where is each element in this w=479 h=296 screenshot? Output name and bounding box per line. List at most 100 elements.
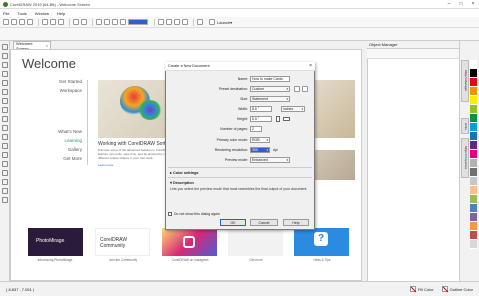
- close-button[interactable]: ×: [467, 1, 479, 7]
- description-toggle[interactable]: ▾ Description: [170, 180, 194, 185]
- save-preset-icon[interactable]: [294, 86, 300, 92]
- color-swatch[interactable]: [470, 186, 477, 195]
- import-icon[interactable]: [104, 19, 110, 25]
- search-content-icon[interactable]: [96, 19, 102, 25]
- minimize-button[interactable]: –: [443, 1, 455, 7]
- transparency-icon[interactable]: [2, 161, 8, 167]
- color-swatch[interactable]: [470, 231, 477, 240]
- pick-tool-icon[interactable]: [2, 44, 8, 50]
- show-grid-icon[interactable]: [174, 19, 180, 25]
- tab-hints[interactable]: Hints: [461, 118, 469, 134]
- artistic-media-icon[interactable]: [2, 89, 8, 95]
- undo-icon[interactable]: [73, 19, 79, 25]
- tile-hints[interactable]: ?: [294, 228, 349, 256]
- options-icon[interactable]: [197, 19, 203, 25]
- tile-community[interactable]: CorelDRAW Community: [95, 228, 150, 256]
- color-swatch[interactable]: [470, 78, 477, 87]
- pages-stepper[interactable]: 2: [250, 126, 262, 132]
- color-swatch[interactable]: [470, 222, 477, 231]
- save-icon[interactable]: [19, 19, 25, 25]
- menu-tools[interactable]: Tools: [17, 11, 26, 16]
- maximize-button[interactable]: □: [455, 1, 467, 7]
- color-swatch[interactable]: [470, 141, 477, 150]
- width-field[interactable]: 8.5 ": [250, 106, 272, 112]
- color-swatch[interactable]: [470, 177, 477, 186]
- dont-show-checkbox[interactable]: [168, 212, 172, 216]
- tab-object-properties[interactable]: Object Properties: [461, 138, 469, 178]
- show-rulers-icon[interactable]: [166, 19, 172, 25]
- color-swatch[interactable]: [470, 69, 477, 78]
- eyedropper-icon[interactable]: [2, 170, 8, 176]
- zoom-tool-icon[interactable]: [2, 71, 8, 77]
- name-field[interactable]: How to make Cards: [250, 76, 290, 82]
- rectangle-tool-icon[interactable]: [2, 98, 8, 104]
- close-icon[interactable]: ×: [309, 63, 312, 69]
- color-settings-toggle[interactable]: ▸ Color settings: [170, 170, 199, 175]
- color-swatch[interactable]: [470, 240, 477, 249]
- drop-shadow-icon[interactable]: [2, 152, 8, 158]
- outline-color-indicator[interactable]: Outline Color: [441, 286, 473, 292]
- launch-menu[interactable]: Launch ▾: [209, 19, 232, 25]
- nav-whats-new[interactable]: What's New: [22, 129, 82, 134]
- delete-preset-icon[interactable]: [302, 86, 308, 92]
- copy-icon[interactable]: [50, 19, 56, 25]
- color-swatch[interactable]: [470, 213, 477, 222]
- color-swatch[interactable]: [470, 123, 477, 132]
- polygon-tool-icon[interactable]: [2, 116, 8, 122]
- connector-tool-icon[interactable]: [2, 143, 8, 149]
- redo-icon[interactable]: [81, 19, 87, 25]
- color-swatch[interactable]: [470, 96, 477, 105]
- cancel-button[interactable]: Cancel: [250, 219, 278, 226]
- landscape-orientation-icon[interactable]: [283, 117, 290, 121]
- nav-get-started[interactable]: Get Started: [22, 79, 82, 84]
- paste-icon[interactable]: [58, 19, 64, 25]
- print-icon[interactable]: [27, 19, 33, 25]
- nav-learning[interactable]: Learning: [22, 138, 82, 143]
- color-swatch[interactable]: [470, 87, 477, 96]
- new-document-icon[interactable]: [3, 19, 9, 25]
- smart-fill-icon[interactable]: [2, 188, 8, 194]
- tile-instagram[interactable]: [162, 228, 217, 256]
- color-mode-select[interactable]: RGB ▾: [250, 137, 270, 143]
- publish-pdf-icon[interactable]: [120, 19, 126, 25]
- color-swatch[interactable]: [470, 60, 477, 69]
- freehand-tool-icon[interactable]: [2, 80, 8, 86]
- shape-tool-icon[interactable]: [2, 53, 8, 59]
- color-swatch[interactable]: [470, 150, 477, 159]
- color-swatch[interactable]: [470, 168, 477, 177]
- preview-mode-select[interactable]: Enhanced ▾: [250, 157, 290, 163]
- tab-object-manager[interactable]: Object Manager: [461, 60, 469, 102]
- fill-color-indicator[interactable]: Fill Color: [409, 286, 434, 292]
- color-swatch[interactable]: [470, 159, 477, 168]
- color-swatch[interactable]: [470, 132, 477, 141]
- tile-get-more[interactable]: [228, 228, 283, 256]
- color-swatch[interactable]: [470, 204, 477, 213]
- tab-welcome-screen[interactable]: Welcome Screen ×: [13, 41, 51, 51]
- menu-window[interactable]: Window: [35, 11, 49, 16]
- tile-photomirage[interactable]: PhotoMirage: [28, 228, 83, 256]
- help-button[interactable]: Help: [283, 219, 309, 226]
- ellipse-tool-icon[interactable]: [2, 107, 8, 113]
- nav-gallery[interactable]: Gallery: [22, 147, 82, 152]
- full-screen-icon[interactable]: [158, 19, 164, 25]
- portrait-orientation-icon[interactable]: [276, 116, 280, 122]
- text-tool-icon[interactable]: [2, 125, 8, 131]
- units-select[interactable]: inches ▾: [281, 106, 305, 112]
- interactive-fill-icon[interactable]: [2, 179, 8, 185]
- color-swatch[interactable]: [470, 114, 477, 123]
- nav-get-more[interactable]: Get More: [22, 156, 82, 161]
- height-field[interactable]: 5.5 ": [250, 116, 272, 122]
- add-tool-icon[interactable]: [2, 197, 8, 203]
- crop-tool-icon[interactable]: [2, 62, 8, 68]
- close-tab-icon[interactable]: ×: [46, 43, 48, 48]
- ok-button[interactable]: OK: [220, 219, 246, 226]
- export-icon[interactable]: [112, 19, 118, 25]
- cut-icon[interactable]: [42, 19, 48, 25]
- parallel-dimension-icon[interactable]: [2, 134, 8, 140]
- zoom-level-field[interactable]: [128, 19, 148, 25]
- preset-destination-select[interactable]: Custom ▾: [250, 86, 290, 92]
- learn-more-link[interactable]: Learn more: [98, 163, 113, 167]
- size-select[interactable]: Statement ▾: [250, 96, 290, 102]
- color-swatch[interactable]: [470, 105, 477, 114]
- open-icon[interactable]: [11, 19, 17, 25]
